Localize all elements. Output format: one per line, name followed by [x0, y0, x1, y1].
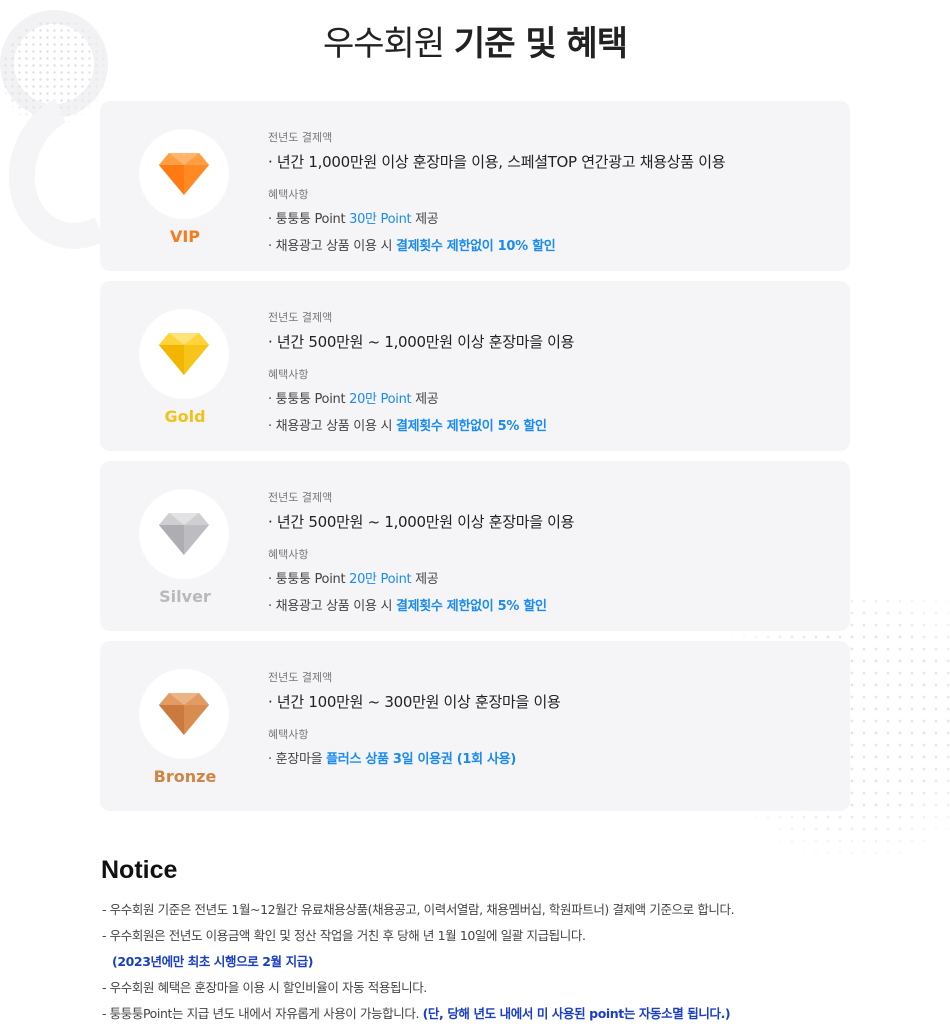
notice-note-text: (2023년에만 최초 시행으로 2월 지급)	[112, 954, 314, 969]
benefit-item: · 퉁퉁퉁 Point 20만 Point 제공	[268, 568, 830, 587]
benefit-item: · 퉁퉁퉁 Point 30만 Point 제공	[268, 208, 830, 227]
benefit-highlight: 20만 Point	[349, 392, 412, 407]
benefit-item: · 채용광고 상품 이용 시 결제횟수 제한없이 10% 할인	[268, 235, 830, 254]
tier-info: 전년도 결제액 · 년간 1,000만원 이상 훈장마을 이용, 스페셜TOP …	[268, 129, 830, 262]
tier-badge	[139, 669, 229, 759]
notice-highlight: (단, 당해 년도 내에서 미 사용된 point는 자동소멸 됩니다.)	[422, 1006, 731, 1021]
diamond-icon	[159, 693, 209, 735]
benefit-text: · 퉁퉁퉁 Point	[268, 212, 350, 227]
criteria-text: · 년간 500만원 ~ 1,000만원 이상 훈장마을 이용	[268, 513, 575, 531]
diamond-icon	[159, 513, 209, 555]
benefit-highlight: 결제횟수 제한없이 10% 할인	[395, 239, 556, 254]
tier-card-silver: Silver 전년도 결제액 · 년간 500만원 ~ 1,000만원 이상 훈…	[100, 461, 850, 631]
tier-card-vip: VIP 전년도 결제액 · 년간 1,000만원 이상 훈장마을 이용, 스페셜…	[100, 101, 850, 271]
tier-grade: Silver	[159, 587, 211, 606]
benefit-highlight: 결제횟수 제한없이 5% 할인	[395, 419, 547, 434]
tier-info: 전년도 결제액 · 년간 500만원 ~ 1,000만원 이상 훈장마을 이용 …	[268, 309, 830, 442]
benefit-text: 제공	[411, 572, 439, 587]
tier-info: 전년도 결제액 · 년간 500만원 ~ 1,000만원 이상 훈장마을 이용 …	[268, 489, 830, 622]
benefit-highlight: 20만 Point	[349, 572, 412, 587]
diamond-icon	[159, 333, 209, 375]
tier-badge	[139, 489, 229, 579]
benefit-text: 제공	[411, 392, 439, 407]
benefit-item: · 채용광고 상품 이용 시 결제횟수 제한없이 5% 할인	[268, 595, 830, 614]
notice-title: Notice	[101, 856, 178, 884]
notice-item: - 퉁퉁퉁Point는 지급 년도 내에서 자유롭게 사용이 가능합니다. (단…	[102, 1004, 942, 1030]
benefit-label: 혜택사항	[268, 548, 309, 561]
page-title-light: 우수회원	[322, 24, 445, 64]
benefit-text: 제공	[411, 212, 439, 227]
benefit-text: · 채용광고 상품 이용 시	[268, 419, 396, 434]
benefit-text: · 훈장마을	[268, 752, 327, 767]
benefit-text: · 퉁퉁퉁 Point	[268, 392, 350, 407]
benefit-text: · 퉁퉁퉁 Point	[268, 572, 350, 587]
benefit-highlight: 플러스 상품 3일 이용권 (1회 사용)	[326, 752, 516, 767]
notice-item: - 우수회원은 전년도 이용금액 확인 및 정산 작업을 거친 후 당해 년 1…	[102, 928, 586, 943]
tier-info: 전년도 결제액 · 년간 100만원 ~ 300만원 이상 훈장마을 이용 혜택…	[268, 669, 830, 775]
page-title: 우수회원 기준 및 혜택	[0, 16, 950, 65]
notice-item-note: (2023년에만 최초 시행으로 2월 지급)	[102, 952, 942, 978]
tier-grade: Bronze	[153, 767, 217, 786]
benefit-highlight: 결제횟수 제한없이 5% 할인	[395, 599, 547, 614]
benefit-label: 혜택사항	[268, 188, 309, 201]
notice-list: - 우수회원 기준은 전년도 1월~12월간 유료채용상품(채용공고, 이력서열…	[102, 900, 942, 1030]
benefit-highlight: 30만 Point	[349, 212, 412, 227]
benefit-item: · 퉁퉁퉁 Point 20만 Point 제공	[268, 388, 830, 407]
tier-card-bronze: Bronze 전년도 결제액 · 년간 100만원 ~ 300만원 이상 훈장마…	[100, 641, 850, 811]
criteria-text: · 년간 500만원 ~ 1,000만원 이상 훈장마을 이용	[268, 333, 575, 351]
benefit-item: · 채용광고 상품 이용 시 결제횟수 제한없이 5% 할인	[268, 415, 830, 434]
tier-grade: Gold	[164, 407, 206, 426]
page-title-bold: 기준 및 혜택	[453, 24, 628, 64]
payment-label: 전년도 결제액	[268, 671, 333, 684]
benefit-text: · 채용광고 상품 이용 시	[268, 599, 396, 614]
notice-item: - 우수회원 기준은 전년도 1월~12월간 유료채용상품(채용공고, 이력서열…	[102, 902, 735, 917]
benefit-label: 혜택사항	[268, 728, 309, 741]
tier-badge	[139, 129, 229, 219]
notice-item: - 우수회원 혜택은 훈장마을 이용 시 할인비율이 자동 적용됩니다.	[102, 980, 427, 995]
notice-text: - 퉁퉁퉁Point는 지급 년도 내에서 자유롭게 사용이 가능합니다.	[102, 1006, 423, 1021]
benefit-item: · 훈장마을 플러스 상품 3일 이용권 (1회 사용)	[268, 748, 830, 767]
payment-label: 전년도 결제액	[268, 491, 333, 504]
tier-badge	[139, 309, 229, 399]
criteria-text: · 년간 100만원 ~ 300만원 이상 훈장마을 이용	[268, 693, 561, 711]
benefit-text: · 채용광고 상품 이용 시	[268, 239, 396, 254]
criteria-text: · 년간 1,000만원 이상 훈장마을 이용, 스페셜TOP 연간광고 채용상…	[268, 153, 726, 171]
tier-grade: VIP	[169, 227, 201, 246]
payment-label: 전년도 결제액	[268, 131, 333, 144]
diamond-icon	[159, 153, 209, 195]
payment-label: 전년도 결제액	[268, 311, 333, 324]
benefit-label: 혜택사항	[268, 368, 309, 381]
tier-card-gold: Gold 전년도 결제액 · 년간 500만원 ~ 1,000만원 이상 훈장마…	[100, 281, 850, 451]
